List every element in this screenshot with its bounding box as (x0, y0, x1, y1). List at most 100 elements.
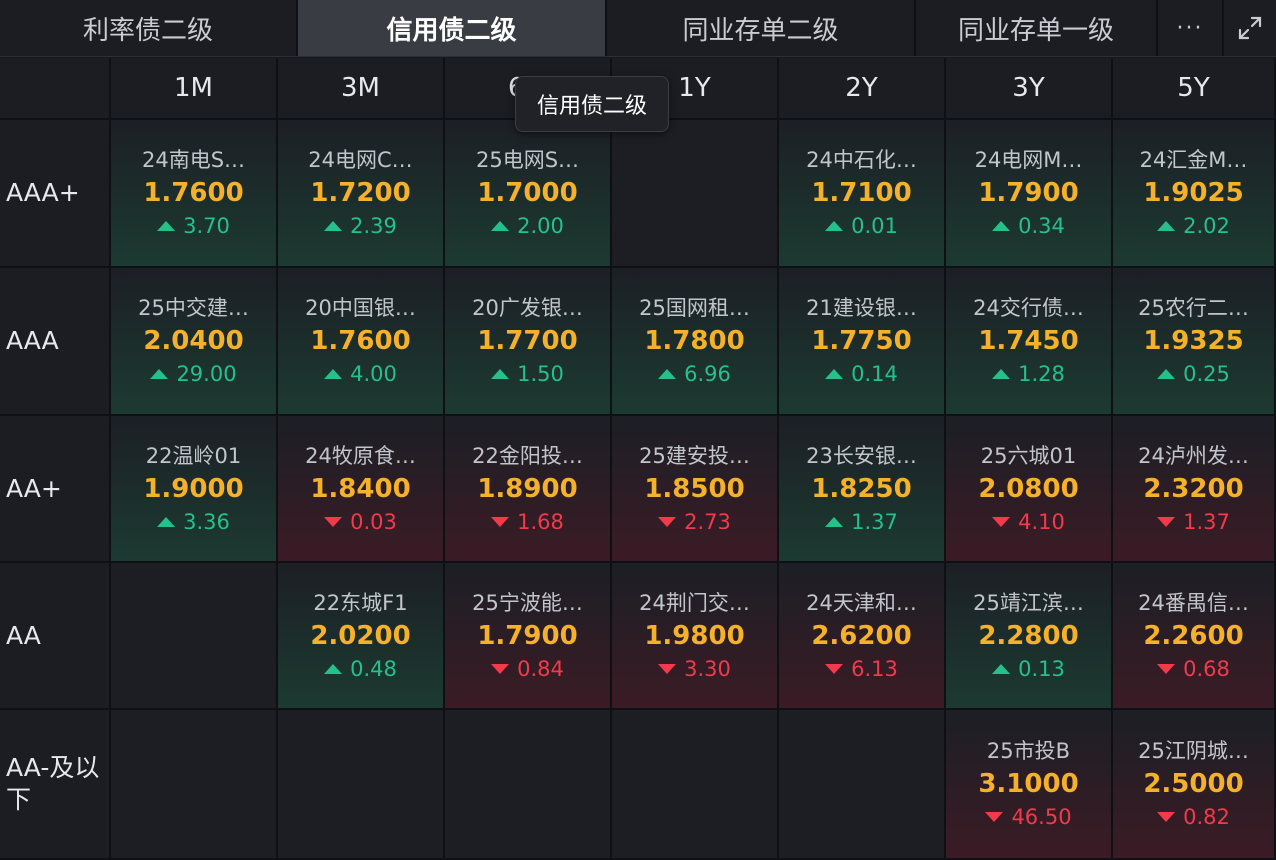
bond-cell[interactable]: 25市投B 3.1000 46.50 (946, 710, 1113, 860)
tab-credit-bond-secondary[interactable]: 信用债二级 (298, 0, 607, 56)
bond-change-value: 2.02 (1183, 214, 1230, 238)
bond-yield: 1.9800 (644, 620, 745, 651)
bond-cell[interactable]: 25建安投… 1.8500 2.73 (612, 416, 779, 563)
bond-change: 0.68 (1157, 654, 1230, 684)
triangle-down-icon (324, 516, 343, 527)
bond-yield: 2.0200 (310, 620, 411, 651)
bond-cell[interactable]: 24南电S… 1.7600 3.70 (111, 120, 278, 268)
row-header-0: AAA+ (0, 120, 111, 268)
bond-change: 0.82 (1157, 802, 1230, 832)
bond-cell[interactable]: 25国网租… 1.7800 6.96 (612, 268, 779, 416)
bond-yield: 1.9325 (1143, 326, 1244, 356)
bond-cell[interactable]: 24汇金M… 1.9025 2.02 (1113, 120, 1276, 268)
bond-change-value: 1.50 (517, 362, 564, 386)
triangle-down-icon (985, 812, 1004, 822)
tab-ncd-secondary[interactable]: 同业存单二级 (607, 0, 916, 56)
bond-cell[interactable]: 24天津和… 2.6200 6.13 (779, 563, 946, 710)
bond-cell-empty (612, 120, 779, 268)
bond-change: 0.25 (1157, 359, 1230, 389)
bond-name: 24泸州发… (1138, 443, 1249, 468)
bond-yield: 1.7100 (811, 178, 912, 208)
bond-change: 1.68 (491, 507, 564, 537)
bond-name: 24汇金M… (1139, 148, 1248, 172)
bond-name: 24荆门交… (639, 590, 750, 615)
bond-cell[interactable]: 24交行债… 1.7450 1.28 (946, 268, 1113, 416)
triangle-up-icon (1157, 221, 1176, 231)
bond-cell[interactable]: 25靖江滨… 2.2800 0.13 (946, 563, 1113, 710)
bond-change-value: 46.50 (1011, 805, 1072, 829)
bond-cell[interactable]: 24泸州发… 2.3200 1.37 (1113, 416, 1276, 563)
row-header-1: AAA (0, 268, 111, 416)
bond-yield: 1.7450 (978, 326, 1079, 356)
bond-change-value: 6.13 (851, 656, 898, 681)
triangle-down-icon (1157, 516, 1176, 527)
bond-cell[interactable]: 24中石化… 1.7100 0.01 (779, 120, 946, 268)
bond-change-value: 0.48 (350, 656, 397, 681)
tab-bar: 利率债二级 信用债二级 同业存单二级 同业存单一级 ··· (0, 0, 1276, 57)
expand-icon (1238, 16, 1262, 40)
triangle-up-icon (150, 369, 169, 379)
tab-rate-bond-secondary[interactable]: 利率债二级 (0, 0, 298, 56)
triangle-up-icon (825, 516, 844, 527)
more-icon: ··· (1176, 15, 1204, 41)
bond-cell[interactable]: 24电网M… 1.7900 0.34 (946, 120, 1113, 268)
tab-ncd-primary[interactable]: 同业存单一级 (916, 0, 1158, 56)
bond-cell[interactable]: 21建设银… 1.7750 0.14 (779, 268, 946, 416)
triangle-up-icon (1157, 369, 1176, 379)
bond-change: 1.28 (992, 359, 1065, 389)
bond-change: 3.36 (157, 507, 230, 537)
bond-cell[interactable]: 22金阳投… 1.8900 1.68 (445, 416, 612, 563)
bond-name: 25靖江滨… (973, 590, 1084, 615)
bond-cell[interactable]: 24荆门交… 1.9800 3.30 (612, 563, 779, 710)
bond-cell[interactable]: 24牧原食… 1.8400 0.03 (278, 416, 445, 563)
row-header-3: AA (0, 563, 111, 710)
bond-cell[interactable]: 25电网S… 1.7000 2.00 (445, 120, 612, 268)
bond-cell[interactable]: 24电网C… 1.7200 2.39 (278, 120, 445, 268)
expand-button[interactable] (1224, 0, 1276, 56)
bond-yield: 2.5000 (1143, 769, 1244, 799)
more-tabs-button[interactable]: ··· (1158, 0, 1224, 56)
bond-cell[interactable]: 25江阴城… 2.5000 0.82 (1113, 710, 1276, 860)
bond-cell[interactable]: 25农行二… 1.9325 0.25 (1113, 268, 1276, 416)
bond-cell[interactable]: 20广发银… 1.7700 1.50 (445, 268, 612, 416)
bond-name: 25建安投… (639, 443, 750, 468)
bond-name: 25宁波能… (472, 590, 583, 615)
bond-change-value: 0.68 (1183, 656, 1230, 681)
bond-change: 2.39 (324, 211, 397, 241)
bond-name: 25市投B (986, 739, 1071, 763)
triangle-up-icon (324, 221, 343, 231)
bond-yield: 2.6200 (811, 620, 912, 651)
bond-change: 4.10 (992, 507, 1065, 537)
bond-change: 2.73 (658, 507, 731, 537)
bond-cell[interactable]: 22东城F1 2.0200 0.48 (278, 563, 445, 710)
bond-change: 0.48 (324, 654, 397, 684)
bond-yield: 1.7750 (811, 326, 912, 356)
bond-yield: 1.8900 (477, 473, 578, 504)
bond-change-value: 0.01 (851, 214, 898, 238)
bond-change-value: 0.84 (517, 656, 564, 681)
bond-change: 0.14 (825, 359, 898, 389)
column-header-2y: 2Y (779, 58, 946, 120)
bond-cell[interactable]: 20中国银… 1.7600 4.00 (278, 268, 445, 416)
bond-change-value: 29.00 (176, 362, 237, 386)
bond-cell-empty (111, 563, 278, 710)
bond-change: 1.37 (1157, 507, 1230, 537)
bond-cell[interactable]: 25宁波能… 1.7900 0.84 (445, 563, 612, 710)
bond-cell[interactable]: 24番禺信… 2.2600 0.68 (1113, 563, 1276, 710)
bond-change-value: 3.36 (183, 509, 230, 534)
triangle-up-icon (491, 369, 510, 379)
bond-change: 2.00 (491, 211, 564, 241)
bond-change: 2.02 (1157, 211, 1230, 241)
bond-cell[interactable]: 23长安银… 1.8250 1.37 (779, 416, 946, 563)
bond-yield: 1.8500 (644, 473, 745, 504)
row-header-4: AA-及以下 (0, 710, 111, 860)
bond-change-value: 3.30 (684, 656, 731, 681)
bond-cell[interactable]: 22温岭01 1.9000 3.36 (111, 416, 278, 563)
bond-change: 1.50 (491, 359, 564, 389)
bond-cell[interactable]: 25六城01 2.0800 4.10 (946, 416, 1113, 563)
triangle-down-icon (491, 663, 510, 674)
bond-change-value: 0.14 (851, 362, 898, 386)
triangle-up-icon (491, 221, 510, 231)
row-header-2: AA+ (0, 416, 111, 563)
bond-cell[interactable]: 25中交建… 2.0400 29.00 (111, 268, 278, 416)
